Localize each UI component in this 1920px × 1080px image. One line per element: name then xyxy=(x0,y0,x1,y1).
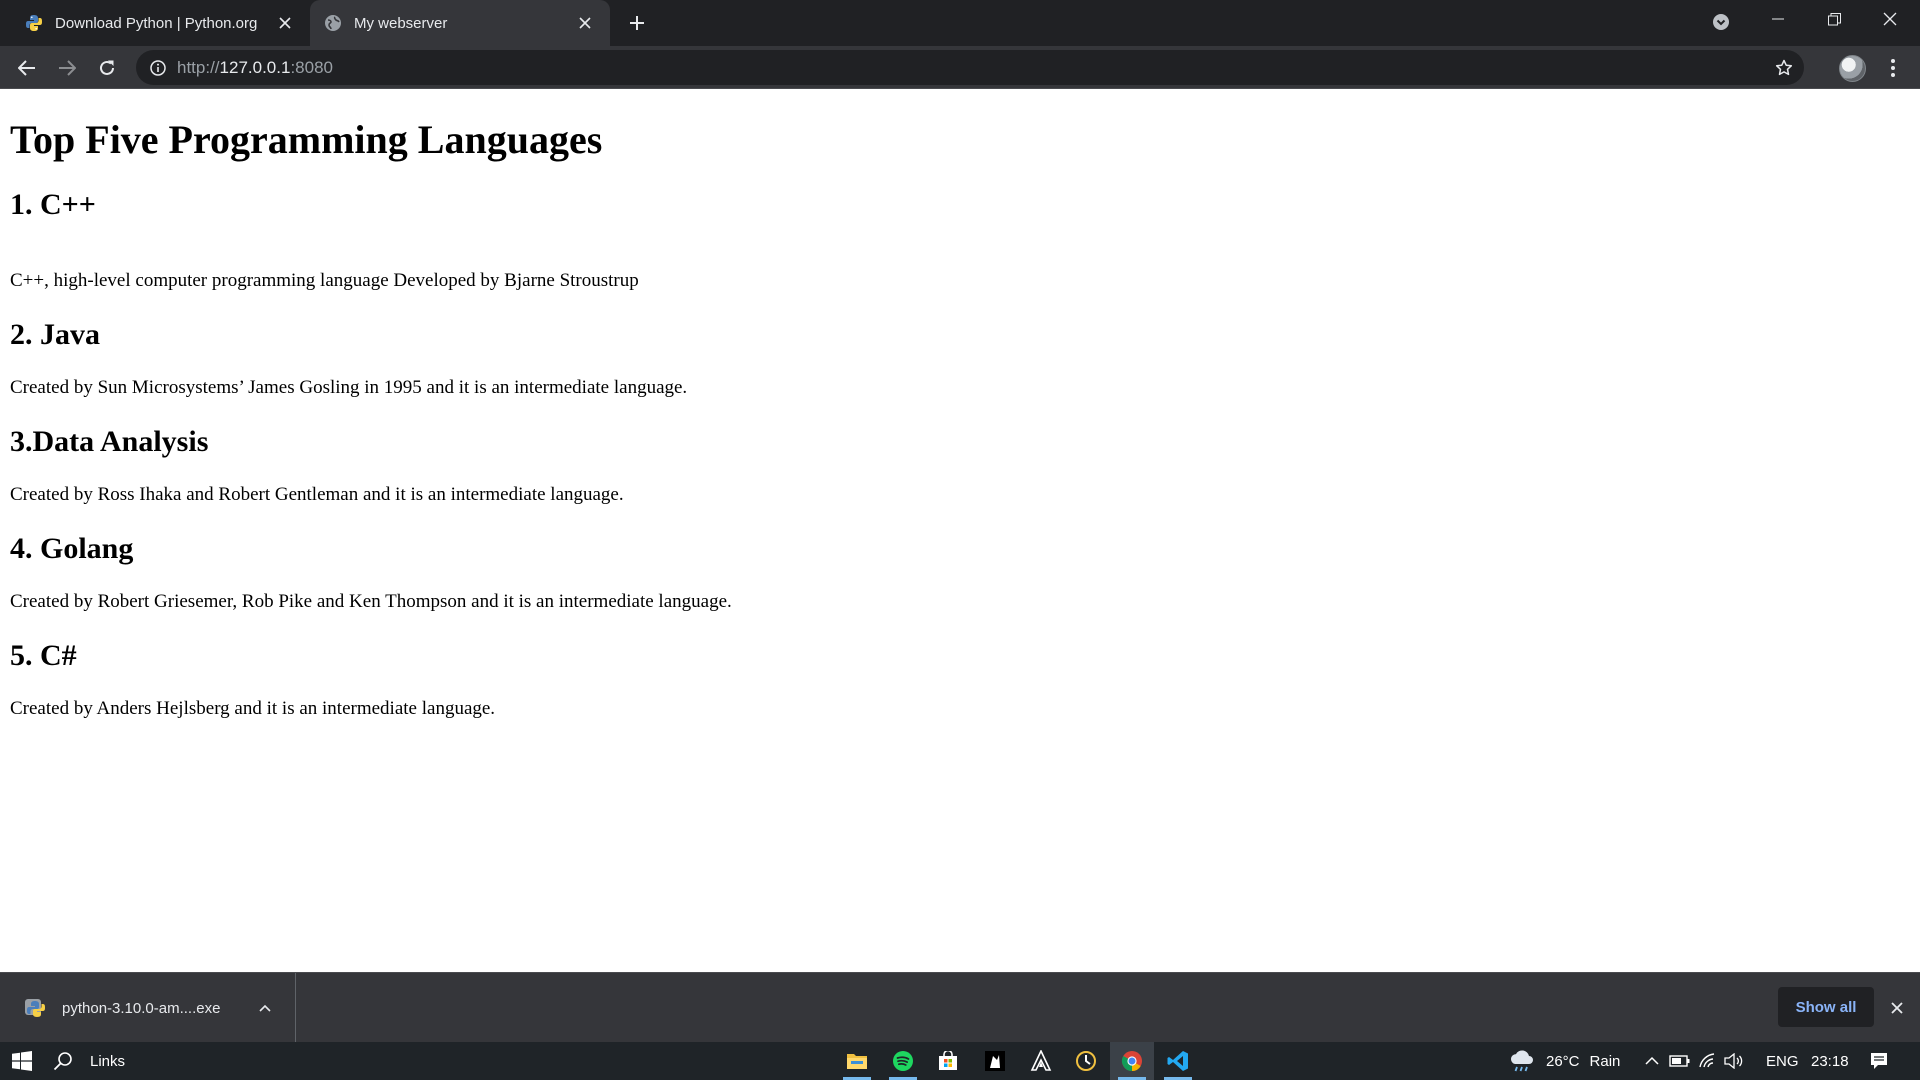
game-icon[interactable] xyxy=(973,1042,1017,1080)
assassins-creed-icon[interactable] xyxy=(1019,1042,1063,1080)
tab-title: My webserver xyxy=(354,14,448,32)
browser-toolbar: http://127.0.0.1:8080 xyxy=(0,46,1920,89)
section-heading-1: 1. C++ xyxy=(10,188,96,221)
file-explorer-icon[interactable] xyxy=(835,1042,879,1080)
close-icon[interactable] xyxy=(1884,995,1910,1021)
section-heading-5: 5. C# xyxy=(10,639,77,672)
tab-my-webserver[interactable]: My webserver xyxy=(310,0,610,46)
section-heading-3: 3.Data Analysis xyxy=(10,425,209,458)
browser-tab-strip: Download Python | Python.org My webserve… xyxy=(0,0,1920,46)
chevron-up-icon[interactable] xyxy=(1641,1050,1663,1072)
store-icon[interactable] xyxy=(926,1042,970,1080)
windows-start-icon[interactable] xyxy=(0,1042,44,1080)
python-installer-icon xyxy=(22,995,48,1021)
close-icon[interactable] xyxy=(274,12,296,34)
profile-avatar[interactable] xyxy=(1839,55,1866,82)
language-indicator[interactable]: ENG xyxy=(1766,1042,1799,1080)
download-file-name: python-3.10.0-am....exe xyxy=(62,999,221,1017)
chrome-icon[interactable] xyxy=(1110,1042,1154,1080)
spotify-icon[interactable] xyxy=(881,1042,925,1080)
address-url[interactable]: http://127.0.0.1:8080 xyxy=(177,58,333,78)
wifi-icon[interactable] xyxy=(1697,1050,1719,1072)
vscode-icon[interactable] xyxy=(1156,1042,1200,1080)
close-icon[interactable] xyxy=(574,12,596,34)
taskbar-search-label: Links xyxy=(90,1052,126,1070)
restore-icon[interactable] xyxy=(1806,0,1862,38)
info-icon[interactable] xyxy=(148,58,168,78)
rain-cloud-icon xyxy=(1508,1049,1536,1073)
volume-icon[interactable] xyxy=(1723,1050,1745,1072)
tab-python-download[interactable]: Download Python | Python.org xyxy=(0,0,310,46)
forward-arrow-icon[interactable] xyxy=(51,52,83,84)
tab-search-icon[interactable] xyxy=(1709,10,1733,34)
reload-icon[interactable] xyxy=(91,52,123,84)
minimize-icon[interactable] xyxy=(1750,0,1806,38)
section-text-1: C++, high-level computer programming lan… xyxy=(10,270,639,291)
section-heading-2: 2. Java xyxy=(10,318,100,351)
weather-widget[interactable]: 26°C Rain xyxy=(1508,1042,1620,1080)
download-shelf: python-3.10.0-am....exe Show all xyxy=(0,972,1920,1043)
download-item[interactable]: python-3.10.0-am....exe xyxy=(0,973,296,1043)
section-text-3: Created by Ross Ihaka and Robert Gentlem… xyxy=(10,484,624,505)
url-host: 127.0.0.1 xyxy=(219,58,291,77)
weather-condition: Rain xyxy=(1589,1052,1621,1070)
tab-title: Download Python | Python.org xyxy=(55,14,258,32)
close-window-icon[interactable] xyxy=(1862,0,1918,38)
new-tab-plus-icon[interactable] xyxy=(624,10,650,36)
section-text-4: Created by Robert Griesemer, Rob Pike an… xyxy=(10,591,732,612)
python-logo-icon xyxy=(25,14,43,32)
back-arrow-icon[interactable] xyxy=(11,52,43,84)
page-title: Top Five Programming Languages xyxy=(10,117,603,162)
url-scheme: http:// xyxy=(177,58,220,77)
weather-temperature: 26°C xyxy=(1546,1052,1580,1070)
clock-time[interactable]: 23:18 xyxy=(1811,1042,1849,1080)
section-text-2: Created by Sun Microsystems’ James Gosli… xyxy=(10,377,688,398)
more-menu-icon[interactable] xyxy=(1880,54,1906,82)
section-heading-4: 4. Golang xyxy=(10,532,134,565)
url-port: :8080 xyxy=(290,58,333,77)
address-bar[interactable]: http://127.0.0.1:8080 xyxy=(136,50,1804,85)
bookmark-star-icon[interactable] xyxy=(1772,56,1796,80)
search-icon xyxy=(52,1050,74,1072)
globe-icon xyxy=(324,14,342,32)
chevron-up-icon[interactable] xyxy=(253,996,277,1020)
notification-icon[interactable] xyxy=(1868,1050,1890,1072)
windows-taskbar: Links 26°C Rain ENG 23:18 xyxy=(0,1042,1920,1080)
clock-app-icon[interactable] xyxy=(1064,1042,1108,1080)
web-page-content: Top Five Programming Languages 1. C++ C+… xyxy=(0,90,1920,972)
show-all-button[interactable]: Show all xyxy=(1778,987,1874,1027)
section-text-5: Created by Anders Hejlsberg and it is an… xyxy=(10,698,496,719)
taskbar-search[interactable]: Links xyxy=(52,1042,125,1080)
battery-icon[interactable] xyxy=(1669,1050,1691,1072)
